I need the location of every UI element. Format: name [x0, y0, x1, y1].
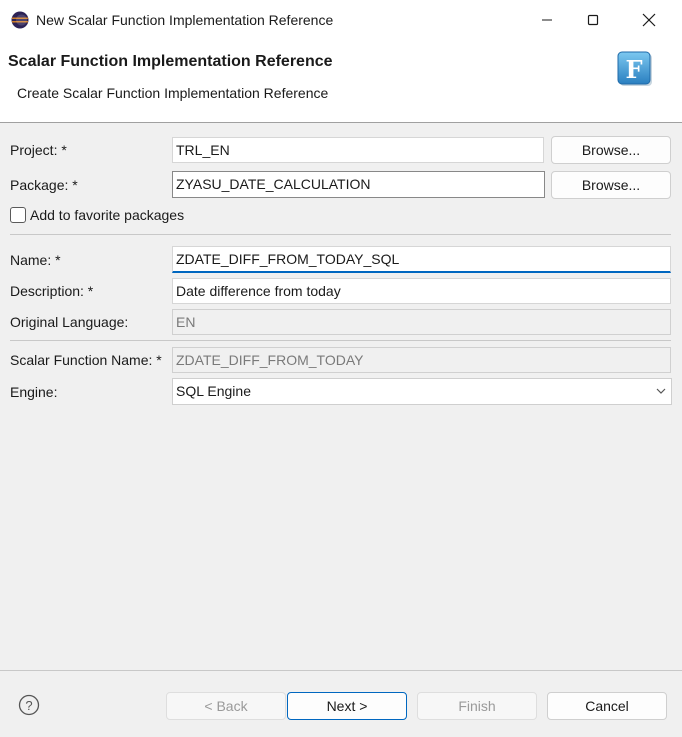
engine-label: Engine: [10, 384, 58, 400]
section-separator [10, 340, 671, 341]
project-field[interactable]: TRL_EN [172, 137, 544, 163]
wizard-page-description: Create Scalar Function Implementation Re… [17, 85, 329, 101]
favorite-packages-checkbox[interactable] [10, 207, 26, 223]
name-label: Name: * [10, 252, 61, 268]
name-field[interactable]: ZDATE_DIFF_FROM_TODAY_SQL [172, 246, 671, 273]
function-f-icon: F [617, 51, 652, 86]
engine-select-value: SQL Engine [176, 383, 251, 399]
maximize-icon [587, 14, 599, 26]
minimize-icon [542, 19, 552, 21]
package-browse-button[interactable]: Browse... [551, 171, 671, 199]
favorite-packages-label[interactable]: Add to favorite packages [30, 207, 184, 223]
original-language-field: EN [172, 309, 671, 335]
package-field[interactable]: ZYASU_DATE_CALCULATION [172, 171, 545, 198]
svg-text:F: F [625, 55, 642, 84]
banner-separator [0, 122, 682, 123]
close-button[interactable] [626, 0, 672, 40]
section-separator [10, 234, 671, 235]
close-icon [642, 13, 656, 27]
project-label: Project: * [10, 142, 67, 158]
footer-separator [0, 670, 682, 671]
minimize-button[interactable] [524, 0, 570, 40]
window-title: New Scalar Function Implementation Refer… [36, 12, 334, 28]
maximize-button[interactable] [570, 0, 616, 40]
engine-select[interactable]: SQL Engine [172, 378, 672, 405]
finish-button[interactable]: Finish [417, 692, 537, 720]
cancel-button[interactable]: Cancel [547, 692, 667, 720]
description-field[interactable]: Date difference from today [172, 278, 671, 304]
scalar-function-name-label: Scalar Function Name: * [10, 352, 162, 368]
svg-text:?: ? [25, 698, 32, 713]
chevron-down-icon[interactable] [655, 386, 667, 396]
wizard-page-title: Scalar Function Implementation Reference [8, 53, 333, 70]
package-label: Package: * [10, 177, 78, 193]
help-icon[interactable]: ? [18, 694, 40, 716]
description-label: Description: * [10, 283, 94, 299]
eclipse-icon [11, 11, 29, 29]
next-button[interactable]: Next > [287, 692, 407, 720]
original-language-label: Original Language: [10, 314, 129, 330]
back-button[interactable]: < Back [166, 692, 286, 720]
scalar-function-name-field: ZDATE_DIFF_FROM_TODAY [172, 347, 671, 373]
project-browse-button[interactable]: Browse... [551, 136, 671, 164]
